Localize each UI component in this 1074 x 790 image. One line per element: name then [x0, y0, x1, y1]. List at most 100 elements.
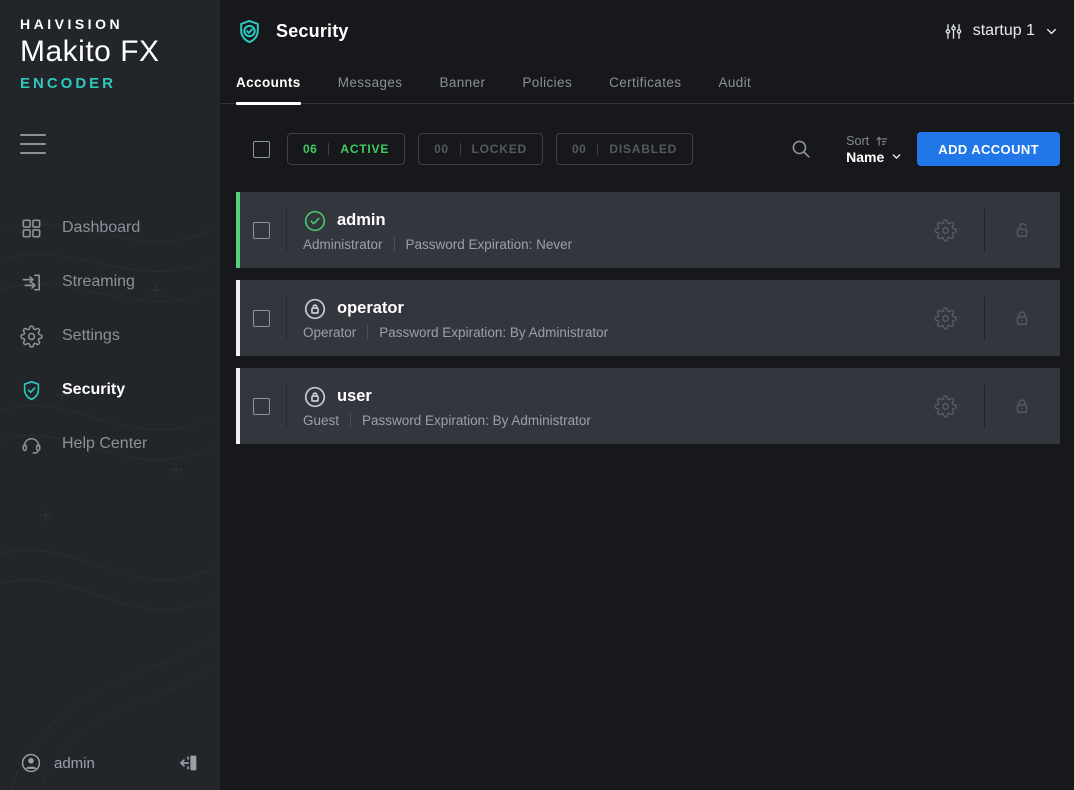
account-lock-button[interactable]	[1012, 220, 1032, 240]
filter-bar: 06 ACTIVE 00 LOCKED 00 DISABLED	[236, 132, 1060, 166]
avatar-icon	[20, 752, 42, 774]
locked-label: LOCKED	[472, 142, 527, 156]
account-info: admin Administrator Password Expiration:…	[303, 209, 572, 252]
sidebar-item-label: Streaming	[62, 273, 135, 291]
lock-circle-icon	[303, 297, 327, 321]
lock-open-icon	[1012, 220, 1032, 240]
search-button[interactable]	[790, 138, 812, 160]
tab-audit[interactable]: Audit	[718, 62, 751, 104]
divider	[984, 385, 985, 427]
sort-control[interactable]: Sort Name	[846, 134, 902, 165]
logout-button[interactable]	[178, 752, 200, 774]
account-name: admin	[337, 211, 386, 230]
tab-accounts[interactable]: Accounts	[236, 62, 301, 104]
account-info: operator Operator Password Expiration: B…	[303, 297, 608, 340]
lock-icon	[1012, 396, 1032, 416]
locked-count: 00	[434, 142, 448, 156]
sort-ascending-icon	[875, 134, 889, 148]
filter-locked[interactable]: 00 LOCKED	[418, 133, 543, 165]
sidebar-item-dashboard[interactable]: Dashboard	[0, 201, 220, 255]
account-expiration: Password Expiration: By Administrator	[379, 325, 608, 340]
sort-value: Name	[846, 149, 884, 165]
account-row-user[interactable]: user Guest Password Expiration: By Admin…	[236, 368, 1060, 444]
streaming-icon	[20, 271, 43, 294]
account-row-operator[interactable]: operator Operator Password Expiration: B…	[236, 280, 1060, 356]
account-row-admin[interactable]: admin Administrator Password Expiration:…	[236, 192, 1060, 268]
gear-icon	[934, 219, 957, 242]
security-shield-check-icon	[236, 18, 263, 45]
chevron-down-icon	[1045, 25, 1058, 38]
account-settings-button[interactable]	[934, 395, 957, 418]
gear-icon	[934, 307, 957, 330]
dashboard-icon	[20, 217, 43, 240]
main-panel: Security startup 1 Accounts Messages Ban…	[220, 0, 1074, 790]
divider	[286, 384, 287, 428]
select-all-checkbox[interactable]	[253, 141, 270, 158]
sidebar: HAIVISION Makito FX ENCODER Dashboard St…	[0, 0, 220, 790]
account-role: Guest	[303, 413, 339, 428]
sidebar-item-label: Settings	[62, 327, 120, 345]
sidebar-item-help-center[interactable]: Help Center	[0, 417, 220, 471]
search-icon	[790, 138, 812, 160]
account-actions	[934, 209, 1060, 251]
filter-disabled[interactable]: 00 DISABLED	[556, 133, 693, 165]
sort-label: Sort	[846, 134, 869, 148]
filter-bar-right: Sort Name ADD ACCOUNT	[790, 132, 1060, 166]
filter-active[interactable]: 06 ACTIVE	[287, 133, 405, 165]
divider	[984, 297, 985, 339]
sidebar-item-label: Dashboard	[62, 219, 140, 237]
divider	[597, 143, 598, 155]
help-center-icon	[20, 433, 43, 456]
security-shield-icon	[20, 379, 43, 402]
menu-toggle-button[interactable]	[20, 134, 46, 154]
account-actions	[934, 297, 1060, 339]
sort-label-row: Sort	[846, 134, 902, 148]
divider	[286, 208, 287, 252]
sidebar-nav: Dashboard Streaming Settings Security He…	[0, 201, 220, 471]
active-count: 06	[303, 142, 317, 156]
sidebar-item-streaming[interactable]: Streaming	[0, 255, 220, 309]
tab-messages[interactable]: Messages	[338, 62, 403, 104]
current-user-label: admin	[54, 755, 95, 772]
account-role: Administrator	[303, 237, 383, 252]
app-root: HAIVISION Makito FX ENCODER Dashboard St…	[0, 0, 1074, 790]
add-account-button[interactable]: ADD ACCOUNT	[917, 132, 1060, 166]
sliders-icon	[944, 22, 963, 41]
account-settings-button[interactable]	[934, 307, 957, 330]
preset-value: startup 1	[973, 22, 1035, 40]
active-label: ACTIVE	[340, 142, 389, 156]
chevron-down-icon	[891, 151, 902, 162]
account-name: user	[337, 387, 372, 406]
sidebar-item-security[interactable]: Security	[0, 363, 220, 417]
tab-certificates[interactable]: Certificates	[609, 62, 681, 104]
page-header: Security startup 1	[220, 0, 1074, 62]
sort-value-row: Name	[846, 149, 902, 165]
security-tabs: Accounts Messages Banner Policies Certif…	[220, 62, 1074, 104]
row-checkbox[interactable]	[253, 398, 270, 415]
account-role: Operator	[303, 325, 356, 340]
preset-selector[interactable]: startup 1	[944, 22, 1058, 41]
account-lock-button[interactable]	[1012, 396, 1032, 416]
accounts-list: admin Administrator Password Expiration:…	[236, 192, 1060, 444]
gear-icon	[934, 395, 957, 418]
lock-icon	[1012, 308, 1032, 328]
row-checkbox[interactable]	[253, 222, 270, 239]
divider	[394, 237, 395, 251]
lock-circle-icon	[303, 385, 327, 409]
tab-banner[interactable]: Banner	[439, 62, 485, 104]
product-type: ENCODER	[20, 75, 200, 92]
accounts-content: 06 ACTIVE 00 LOCKED 00 DISABLED	[220, 104, 1074, 456]
account-lock-button[interactable]	[1012, 308, 1032, 328]
tab-policies[interactable]: Policies	[522, 62, 572, 104]
sidebar-item-settings[interactable]: Settings	[0, 309, 220, 363]
brand-name: HAIVISION	[20, 16, 200, 32]
disabled-count: 00	[572, 142, 586, 156]
account-actions	[934, 385, 1060, 427]
brand-logo: HAIVISION Makito FX ENCODER	[0, 0, 220, 92]
row-checkbox[interactable]	[253, 310, 270, 327]
divider	[367, 325, 368, 339]
sidebar-item-label: Security	[62, 381, 125, 399]
account-name: operator	[337, 299, 404, 318]
account-settings-button[interactable]	[934, 219, 957, 242]
account-expiration: Password Expiration: By Administrator	[362, 413, 591, 428]
